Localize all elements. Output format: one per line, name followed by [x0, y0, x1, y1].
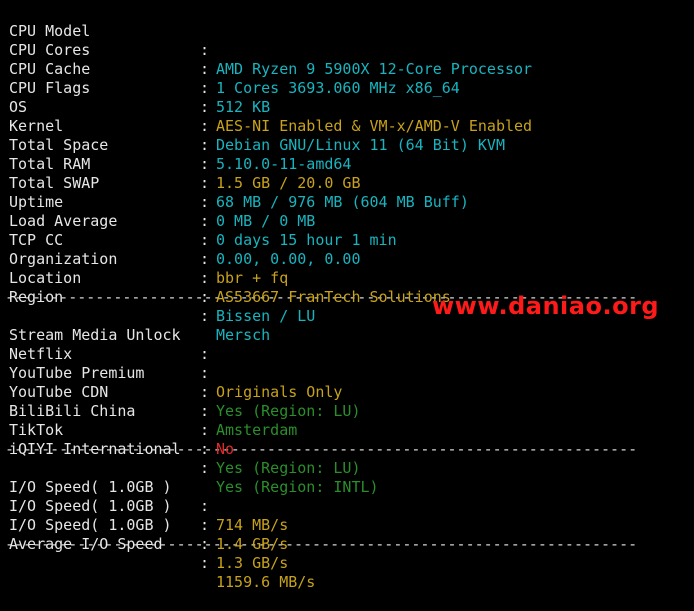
io-value: 1.4 GB/s [216, 535, 289, 553]
io-row: I/O Speed( 1.0GB ) : 714 MB/s [9, 459, 689, 534]
system-info-section: CPU Model : AMD Ryzen 9 5900X 12-Core Pr… [9, 3, 689, 344]
info-row-kernel: Kernel : 5.10.0-11-amd64 [9, 98, 689, 173]
info-row-tcp-cc: TCP CC : bbr + fq [9, 212, 689, 287]
io-row: I/O Speed( 1.0GB ) : 1.4 GB/s [9, 478, 689, 553]
info-row-load-average: Load Average : 0.00, 0.00, 0.00 [9, 193, 689, 268]
info-row-region: Region : Mersch [9, 269, 689, 344]
info-row-cpu-model: CPU Model : AMD Ryzen 9 5900X 12-Core Pr… [9, 3, 689, 78]
io-value: 1.3 GB/s [216, 554, 289, 572]
info-row-total-ram: Total RAM : 68 MB / 976 MB (604 MB Buff) [9, 136, 689, 211]
site-watermark: www.daniao.org [432, 292, 660, 320]
info-row-location: Location : Bissen / LU [9, 250, 689, 325]
separator-colon: : [200, 554, 210, 572]
media-row-tiktok: TikTok : Yes (Region: LU) [9, 402, 689, 477]
info-row-total-space: Total Space : 1.5 GB / 20.0 GB [9, 117, 689, 192]
separator-colon: : [200, 535, 210, 553]
separator-colon: : [200, 440, 210, 458]
separator-colon: : [200, 288, 210, 306]
stream-media-section: Stream Media Unlock : Netflix : Original… [9, 307, 689, 496]
info-value: AS53667 FranTech Solutions [216, 288, 451, 306]
io-value: 1159.6 MB/s [216, 573, 316, 591]
terminal-output: CPU Model : AMD Ryzen 9 5900X 12-Core Pr… [5, 3, 689, 591]
info-row-uptime: Uptime : 0 days 15 hour 1 min [9, 174, 689, 249]
info-row-os: OS : Debian GNU/Linux 11 (64 Bit) KVM [9, 79, 689, 154]
media-value: No [216, 440, 235, 458]
io-speed-section: I/O Speed( 1.0GB ) : 714 MB/s I/O Speed(… [9, 459, 689, 591]
media-row-youtube-cdn: YouTube CDN : Amsterdam [9, 364, 689, 439]
info-row-cpu-cache: CPU Cache : 512 KB [9, 41, 689, 116]
io-row: I/O Speed( 1.0GB ) : 1.3 GB/s [9, 497, 689, 572]
media-row-iqiyi-international: iQIYI International : Yes (Region: INTL) [9, 421, 689, 496]
info-row-cpu-cores: CPU Cores : 1 Cores 3693.060 MHz x86_64 [9, 22, 689, 97]
info-key: Region [9, 288, 64, 306]
info-row-total-swap: Total SWAP : 0 MB / 0 MB [9, 155, 689, 230]
io-key: Average I/O Speed [9, 535, 163, 553]
media-key: iQIYI International [9, 440, 181, 458]
media-row-netflix: Netflix : Originals Only [9, 326, 689, 401]
io-row-average: Average I/O Speed : 1159.6 MB/s [9, 516, 689, 591]
media-row-bilibili-china: BiliBili China : No [9, 383, 689, 458]
info-row-cpu-flags: CPU Flags : AES-NI Enabled & VM-x/AMD-V … [9, 60, 689, 135]
media-row-youtube-premium: YouTube Premium : Yes (Region: LU) [9, 345, 689, 420]
info-row-organization: Organization : AS53667 FranTech Solution… [9, 231, 689, 306]
